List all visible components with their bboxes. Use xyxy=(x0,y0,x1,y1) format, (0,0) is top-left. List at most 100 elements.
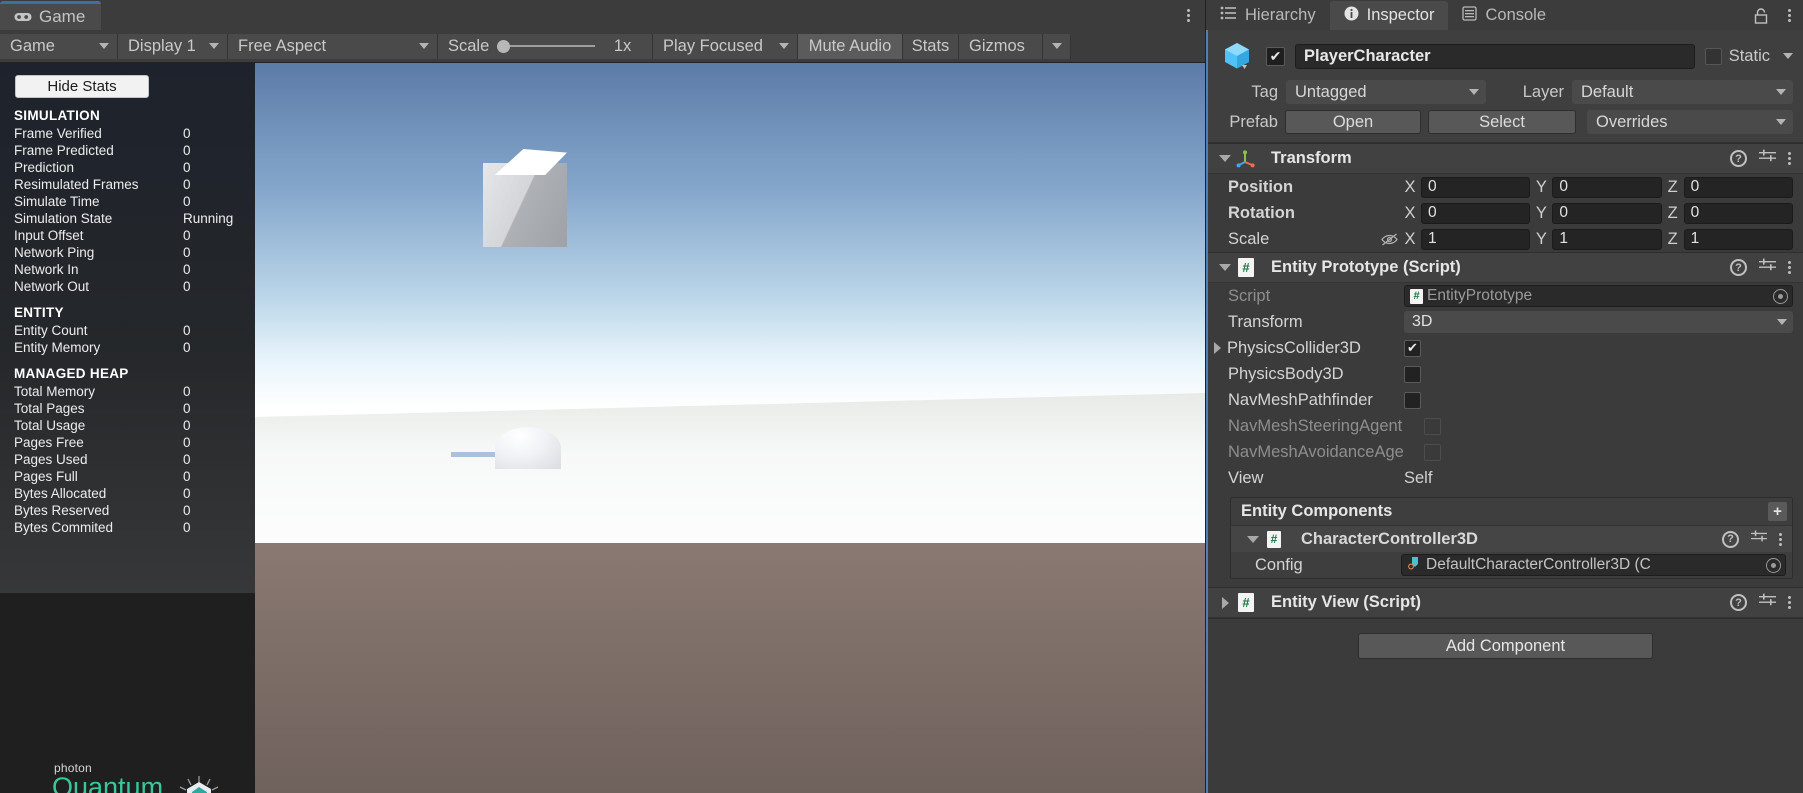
gamepad-icon xyxy=(14,11,32,23)
entity-prototype-foldout-icon[interactable] xyxy=(1217,260,1233,276)
static-dropdown-icon[interactable] xyxy=(1783,53,1793,59)
lock-icon[interactable] xyxy=(1747,1,1775,30)
tab-game[interactable]: Game xyxy=(0,1,102,30)
rotation-x-input[interactable]: 0 xyxy=(1421,202,1531,224)
help-icon[interactable]: ? xyxy=(1730,259,1747,276)
help-icon[interactable]: ? xyxy=(1730,594,1747,611)
physics-body3d-checkbox[interactable]: ✔ xyxy=(1404,365,1421,383)
mute-audio-toggle[interactable]: Mute Audio xyxy=(798,33,903,59)
component-menu-icon[interactable] xyxy=(1788,152,1791,165)
prefab-open-button[interactable]: Open xyxy=(1285,110,1421,134)
hierarchy-icon xyxy=(1220,6,1237,25)
tab-hierarchy[interactable]: Hierarchy xyxy=(1206,1,1330,30)
rotation-axes: X 0 Y 0 Z 0 xyxy=(1404,202,1793,224)
game-object-name-input[interactable]: PlayerCharacter xyxy=(1295,43,1695,69)
scale-slider-knob[interactable] xyxy=(497,39,511,53)
scale-z-input[interactable]: 1 xyxy=(1683,228,1793,250)
component-menu-icon[interactable] xyxy=(1788,261,1791,274)
preset-icon[interactable] xyxy=(1759,593,1776,613)
play-mode-label: Play Focused xyxy=(663,36,763,55)
tag-dropdown[interactable]: Untagged xyxy=(1286,80,1486,104)
prefab-overrides-dropdown[interactable]: Overrides xyxy=(1587,110,1793,134)
inspector-options-icon[interactable] xyxy=(1775,1,1803,30)
static-checkbox[interactable] xyxy=(1704,47,1722,65)
stat-label: Pages Free xyxy=(14,435,84,450)
axis-label-x: X xyxy=(1404,229,1416,248)
stat-value: Running xyxy=(183,211,234,226)
stats-section-title: SIMULATION xyxy=(14,108,100,123)
stat-label: Network Out xyxy=(14,279,90,294)
rotation-z-input[interactable]: 0 xyxy=(1683,202,1793,224)
preset-icon[interactable] xyxy=(1759,258,1776,278)
help-icon[interactable]: ? xyxy=(1722,530,1739,548)
stat-value: 0 xyxy=(183,469,191,484)
stat-value: 0 xyxy=(183,228,191,243)
script-label: Script xyxy=(1228,286,1271,305)
quantum-logo-icon xyxy=(179,776,219,793)
game-view-selector[interactable]: Game xyxy=(0,33,118,59)
scale-x-input[interactable]: 1 xyxy=(1421,228,1531,250)
entity-view-header[interactable]: # Entity View (Script) ? xyxy=(1208,588,1803,618)
position-z-input[interactable]: 0 xyxy=(1683,176,1793,198)
position-x-input[interactable]: 0 xyxy=(1421,176,1531,198)
scale-slider[interactable] xyxy=(497,34,596,59)
character-controller3d-header[interactable]: # CharacterController3D ? xyxy=(1231,525,1792,552)
display-selector[interactable]: Display 1 xyxy=(118,33,228,59)
physics-collider3d-checkbox[interactable]: ✔ xyxy=(1404,339,1421,357)
stat-value: 0 xyxy=(183,452,191,467)
entity-components-header: Entity Components + xyxy=(1231,498,1792,525)
aspect-selector[interactable]: Free Aspect xyxy=(228,33,438,59)
transform-foldout-icon[interactable] xyxy=(1217,151,1233,167)
add-entity-component-button[interactable]: + xyxy=(1768,502,1787,521)
layer-dropdown[interactable]: Default xyxy=(1572,80,1793,104)
stat-row: Pages Free 0 xyxy=(14,434,243,451)
transform-header[interactable]: Transform ? xyxy=(1208,144,1803,174)
stat-label: Prediction xyxy=(14,160,75,175)
entity-view-foldout-icon[interactable] xyxy=(1217,595,1233,611)
axis-label-y: Y xyxy=(1535,203,1547,222)
character-controller3d-foldout-icon[interactable] xyxy=(1245,531,1261,547)
add-component-area: Add Component xyxy=(1208,618,1803,673)
scale-control[interactable]: Scale 1x xyxy=(438,33,653,59)
stat-value: 0 xyxy=(183,126,191,141)
config-label: Config xyxy=(1255,555,1303,574)
gizmos-dropdown[interactable] xyxy=(1043,33,1071,59)
gizmos-toggle[interactable]: Gizmos xyxy=(959,33,1043,59)
entity-prototype-header[interactable]: # Entity Prototype (Script) ? xyxy=(1208,253,1803,283)
config-object-field[interactable]: DefaultCharacterController3D (C xyxy=(1401,554,1786,576)
stats-toggle[interactable]: Stats xyxy=(903,33,959,59)
object-picker-icon[interactable] xyxy=(1766,557,1781,573)
help-icon[interactable]: ? xyxy=(1730,150,1747,167)
hide-stats-button[interactable]: Hide Stats xyxy=(15,75,149,98)
tab-inspector[interactable]: Inspector xyxy=(1329,1,1449,30)
constrain-proportions-icon[interactable] xyxy=(1374,232,1404,247)
component-menu-icon[interactable] xyxy=(1788,596,1791,609)
navmesh-pathfinder-checkbox[interactable]: ✔ xyxy=(1404,391,1421,409)
preset-icon[interactable] xyxy=(1759,149,1776,169)
physics-collider3d-foldout-icon[interactable] xyxy=(1214,342,1221,354)
prototype-transform-label: Transform xyxy=(1228,312,1303,331)
object-picker-icon[interactable] xyxy=(1773,288,1788,304)
stats-section-title: ENTITY xyxy=(14,305,64,320)
scale-y-input[interactable]: 1 xyxy=(1552,228,1662,250)
component-menu-icon[interactable] xyxy=(1779,532,1782,546)
play-mode-selector[interactable]: Play Focused xyxy=(653,33,798,59)
stats-label: Stats xyxy=(911,36,950,55)
stat-value: 0 xyxy=(183,384,191,399)
prefab-select-button[interactable]: Select xyxy=(1428,110,1576,134)
rotation-y-input[interactable]: 0 xyxy=(1552,202,1662,224)
add-component-button[interactable]: Add Component xyxy=(1358,633,1653,659)
position-y-input[interactable]: 0 xyxy=(1552,176,1662,198)
stat-label: Frame Verified xyxy=(14,126,102,141)
panel-options-icon[interactable] xyxy=(1171,1,1205,30)
script-object-field[interactable]: # EntityPrototype xyxy=(1404,285,1793,307)
scale-slider-track xyxy=(497,45,596,47)
preset-icon[interactable] xyxy=(1751,530,1767,549)
physics-body3d-label: PhysicsBody3D xyxy=(1228,364,1344,383)
prototype-transform-dropdown[interactable]: 3D xyxy=(1404,311,1793,333)
viewport-background-lower xyxy=(255,543,1205,793)
tab-console[interactable]: Console xyxy=(1448,1,1560,30)
layer-label: Layer xyxy=(1522,82,1564,101)
game-object-enabled-checkbox[interactable]: ✔ xyxy=(1266,46,1285,66)
game-render-view[interactable]: Hide Stats SIMULATION Frame Verified 0 Fr… xyxy=(0,63,1205,793)
